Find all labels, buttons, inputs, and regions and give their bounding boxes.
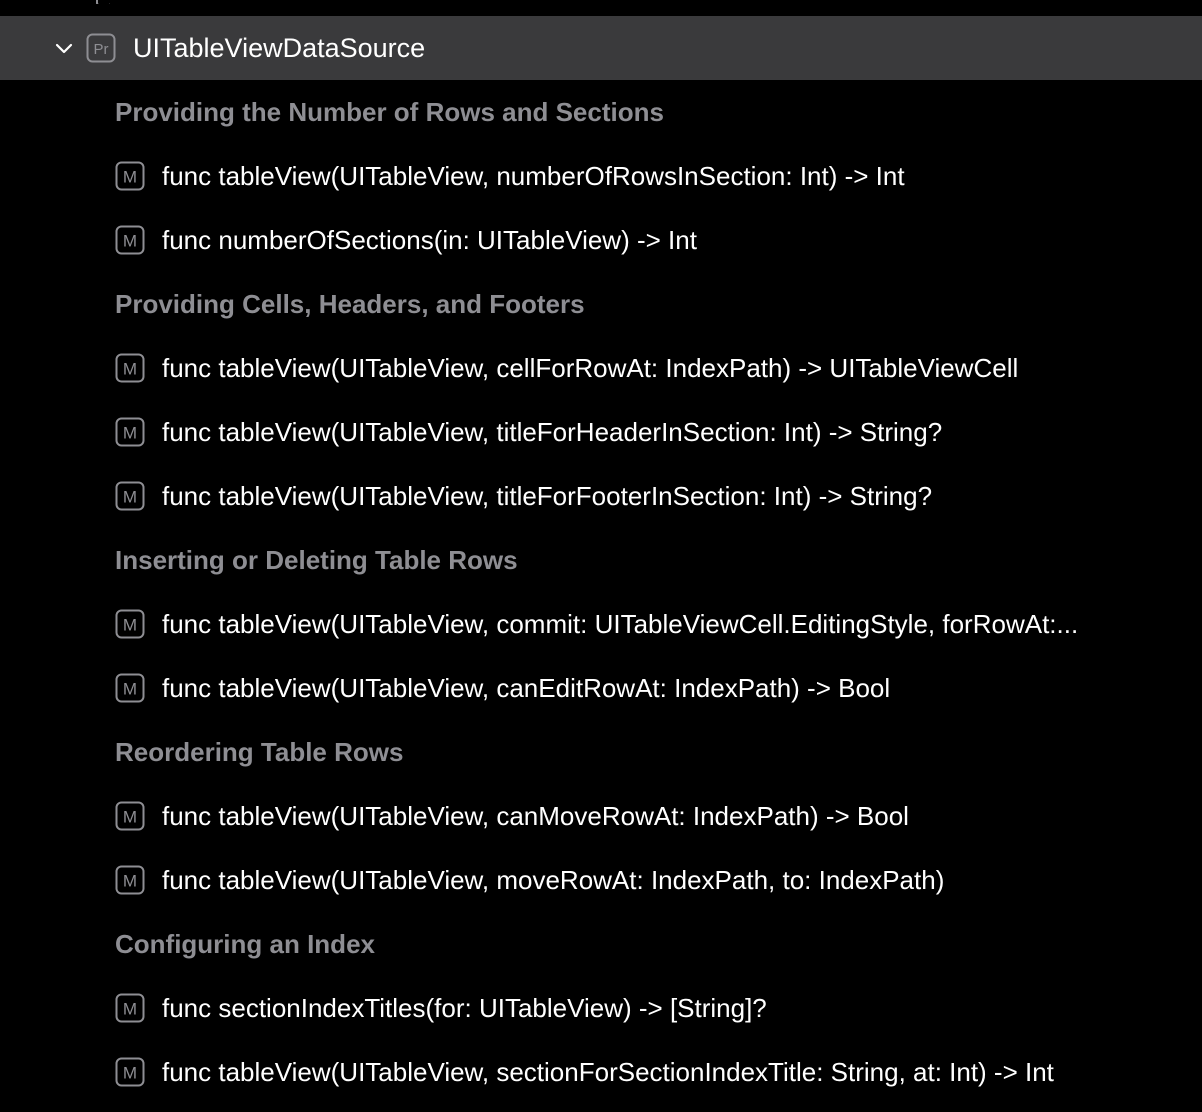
previous-item-icon-fragment (94, 0, 110, 4)
method-signature[interactable]: func tableView(UITableView, canEditRowAt… (162, 656, 890, 720)
method-icon: M (115, 161, 145, 191)
section-title: Providing the Number of Rows and Section… (115, 97, 664, 127)
member-list: Providing the Number of Rows and Section… (0, 80, 1202, 1104)
method-icon-label: M (123, 168, 137, 187)
method-icon-label: M (123, 616, 137, 635)
section-title: Reordering Table Rows (115, 737, 404, 767)
method-icon-label: M (123, 424, 137, 443)
method-signature[interactable]: func numberOfSections(in: UITableView) -… (162, 208, 697, 272)
method-row[interactable]: Mfunc tableView(UITableView, canEditRowA… (0, 656, 1202, 720)
method-signature[interactable]: func sectionIndexTitles(for: UITableView… (162, 976, 767, 1040)
method-signature[interactable]: func tableView(UITableView, commit: UITa… (162, 592, 1078, 656)
method-signature[interactable]: func tableView(UITableView, titleForFoot… (162, 464, 932, 528)
method-signature[interactable]: func tableView(UITableView, moveRowAt: I… (162, 848, 944, 912)
section-header: Reordering Table Rows (0, 720, 1202, 784)
method-icon: M (115, 609, 145, 639)
method-row[interactable]: Mfunc tableView(UITableView, moveRowAt: … (0, 848, 1202, 912)
method-icon: M (115, 673, 145, 703)
section-title: Inserting or Deleting Table Rows (115, 545, 518, 575)
method-row[interactable]: Mfunc tableView(UITableView, numberOfRow… (0, 144, 1202, 208)
method-row[interactable]: Mfunc numberOfSections(in: UITableView) … (0, 208, 1202, 272)
method-row[interactable]: Mfunc tableView(UITableView, commit: UIT… (0, 592, 1202, 656)
method-icon: M (115, 801, 145, 831)
method-row[interactable]: Mfunc tableView(UITableView, titleForHea… (0, 400, 1202, 464)
protocol-row-uitableviewdatasource[interactable]: Pr UITableViewDataSource (0, 16, 1202, 80)
method-row[interactable]: Mfunc sectionIndexTitles(for: UITableVie… (0, 976, 1202, 1040)
method-row[interactable]: Mfunc tableView(UITableView, titleForFoo… (0, 464, 1202, 528)
method-signature[interactable]: func tableView(UITableView, numberOfRows… (162, 144, 905, 208)
method-icon: M (115, 865, 145, 895)
method-row[interactable]: Mfunc tableView(UITableView, sectionForS… (0, 1040, 1202, 1104)
method-icon-label: M (123, 872, 137, 891)
method-icon: M (115, 481, 145, 511)
method-row[interactable]: Mfunc tableView(UITableView, cellForRowA… (0, 336, 1202, 400)
method-icon-label: M (123, 232, 137, 251)
method-icon-label: M (123, 488, 137, 507)
protocol-icon-label: Pr (94, 41, 109, 58)
method-icon: M (115, 1057, 145, 1087)
section-header: Inserting or Deleting Table Rows (0, 528, 1202, 592)
section-header: Configuring an Index (0, 912, 1202, 976)
section-header: Providing Cells, Headers, and Footers (0, 272, 1202, 336)
method-icon-label: M (123, 1000, 137, 1019)
method-icon: M (115, 225, 145, 255)
method-icon-label: M (123, 808, 137, 827)
section-header: Providing the Number of Rows and Section… (0, 80, 1202, 144)
protocol-icon: Pr (86, 33, 116, 63)
method-icon-label: M (123, 360, 137, 379)
method-signature[interactable]: func tableView(UITableView, sectionForSe… (162, 1040, 1054, 1104)
method-icon: M (115, 993, 145, 1023)
protocol-title: UITableViewDataSource (133, 33, 426, 63)
chevron-down-icon[interactable] (54, 38, 74, 58)
method-icon-label: M (123, 1064, 137, 1083)
method-icon: M (115, 353, 145, 383)
section-title: Configuring an Index (115, 929, 375, 959)
method-row[interactable]: Mfunc tableView(UITableView, canMoveRowA… (0, 784, 1202, 848)
method-icon: M (115, 417, 145, 447)
method-icon-label: M (123, 680, 137, 699)
section-title: Providing Cells, Headers, and Footers (115, 289, 585, 319)
method-signature[interactable]: func tableView(UITableView, cellForRowAt… (162, 336, 1018, 400)
method-signature[interactable]: func tableView(UITableView, titleForHead… (162, 400, 942, 464)
method-signature[interactable]: func tableView(UITableView, canMoveRowAt… (162, 784, 909, 848)
